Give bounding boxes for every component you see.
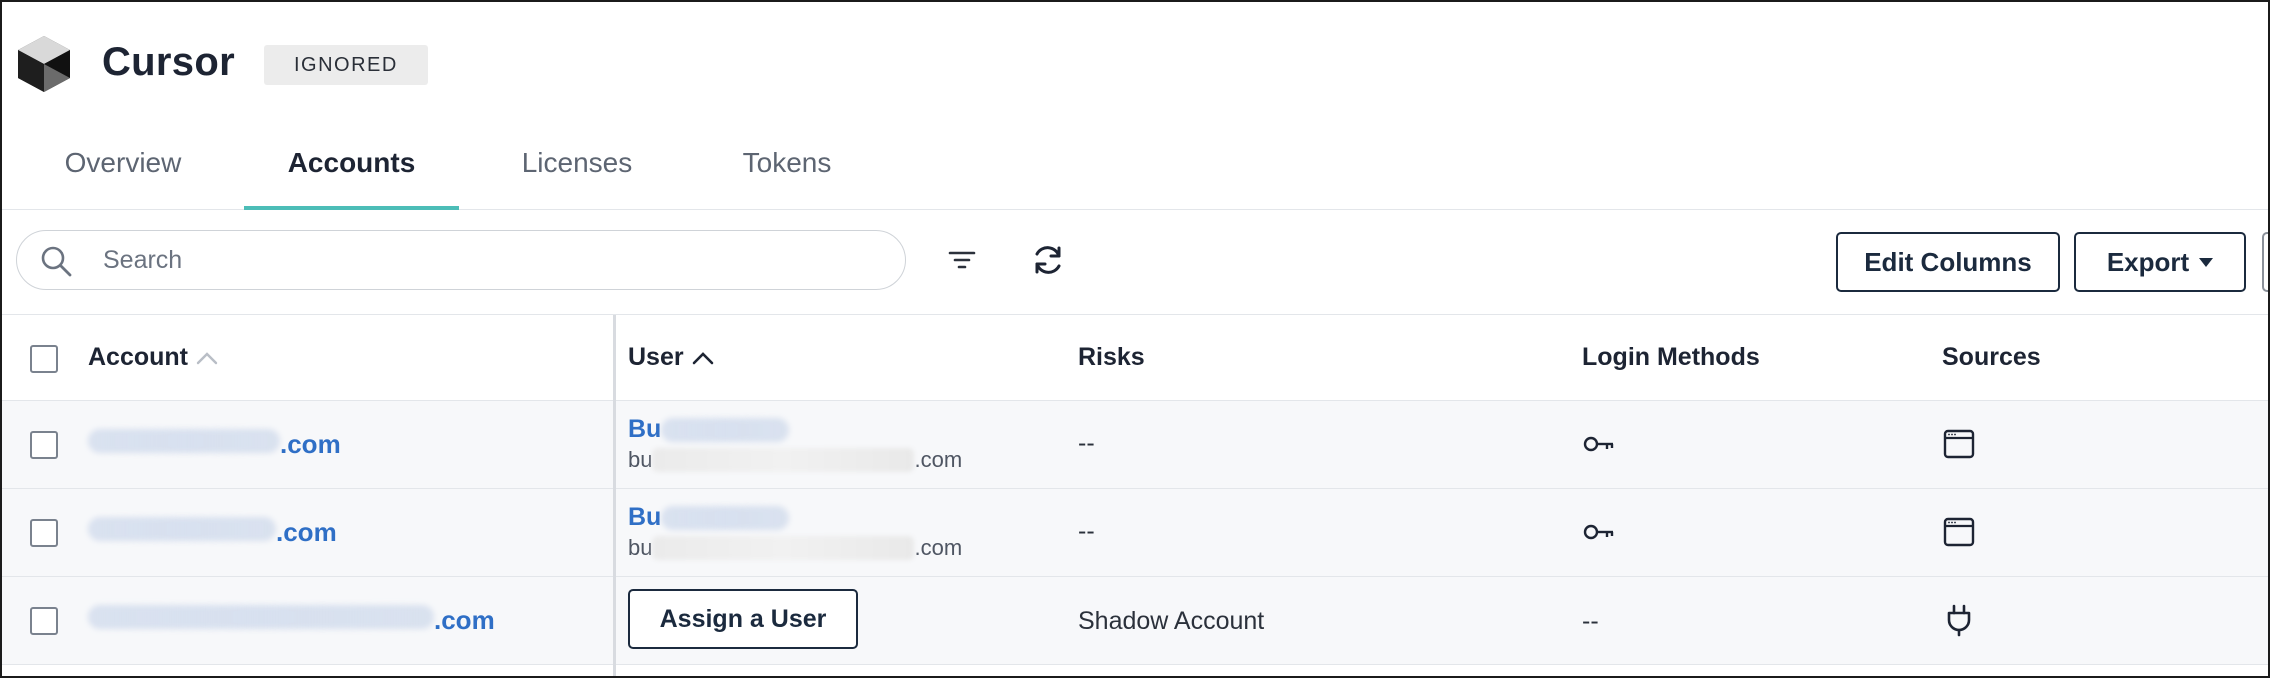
edit-columns-label: Edit Columns [1864,246,2032,277]
key-icon [1583,524,1614,540]
refresh-icon[interactable] [1028,240,1068,280]
row-checkbox[interactable] [30,431,58,459]
user-email: bu .com [628,535,963,560]
edit-columns-button[interactable]: Edit Columns [1836,232,2060,292]
app-frame: Cursor IGNORED Overview Accounts License… [0,0,2270,678]
table-header: Account User Risks Login Methods Sources [2,315,2268,401]
user-email: bu .com [628,447,963,472]
column-header-sources[interactable]: Sources [1942,343,2041,372]
table-row[interactable]: .com Bu bu .com -- [2,489,2268,577]
risks-cell: Shadow Account [1078,607,1265,635]
redacted-text [652,536,915,560]
app-header: Cursor IGNORED [2,2,2268,128]
column-header-user[interactable]: User [628,343,714,372]
filter-icon[interactable] [942,240,982,280]
browser-window-icon [1943,517,1975,547]
cube-logo-icon [18,36,70,92]
user-name-link[interactable]: Bu [628,503,790,532]
overflow-button[interactable] [2262,232,2268,292]
browser-window-icon [1943,429,1975,459]
account-link[interactable]: .com [88,429,341,460]
select-all-checkbox[interactable] [30,345,58,373]
tab-tokens[interactable]: Tokens [736,128,838,210]
accounts-table: Account User Risks Login Methods Sources… [2,314,2268,676]
column-header-account[interactable]: Account [88,343,218,372]
redacted-text [652,448,915,472]
column-header-login-methods[interactable]: Login Methods [1582,343,1760,372]
tab-licenses[interactable]: Licenses [514,128,640,210]
tab-accounts[interactable]: Accounts [244,128,459,210]
sort-asc-icon [692,351,713,364]
login-methods-cell: -- [1582,607,1599,635]
assign-user-button[interactable]: Assign a User [628,589,858,649]
redacted-text [88,605,434,629]
table-toolbar: Edit Columns Export [2,210,2268,314]
account-link[interactable]: .com [88,517,337,548]
caret-down-icon [2199,257,2214,267]
key-icon [1583,436,1614,452]
redacted-text [661,505,790,530]
plug-icon [1947,604,1971,637]
search-box [16,230,906,290]
redacted-text [88,517,276,541]
search-icon [41,246,72,277]
row-checkbox[interactable] [30,519,58,547]
table-row[interactable]: .com Bu bu .com -- [2,401,2268,489]
user-name-link[interactable]: Bu [628,415,790,444]
page-title: Cursor [102,40,235,84]
export-button[interactable]: Export [2074,232,2246,292]
row-checkbox[interactable] [30,607,58,635]
risks-cell: -- [1078,429,1095,457]
tab-overview[interactable]: Overview [58,128,188,210]
column-divider[interactable] [613,315,616,676]
account-link[interactable]: .com [88,605,495,636]
search-input[interactable] [103,239,883,281]
table-row[interactable]: .com Assign a User Shadow Account -- [2,577,2268,665]
sort-asc-icon [196,351,218,364]
redacted-text [661,417,790,442]
export-label: Export [2106,246,2190,277]
status-badge: IGNORED [264,45,428,85]
column-header-risks[interactable]: Risks [1078,343,1145,372]
tab-bar: Overview Accounts Licenses Tokens [2,128,2268,210]
risks-cell: -- [1078,517,1095,545]
redacted-text [88,429,280,453]
